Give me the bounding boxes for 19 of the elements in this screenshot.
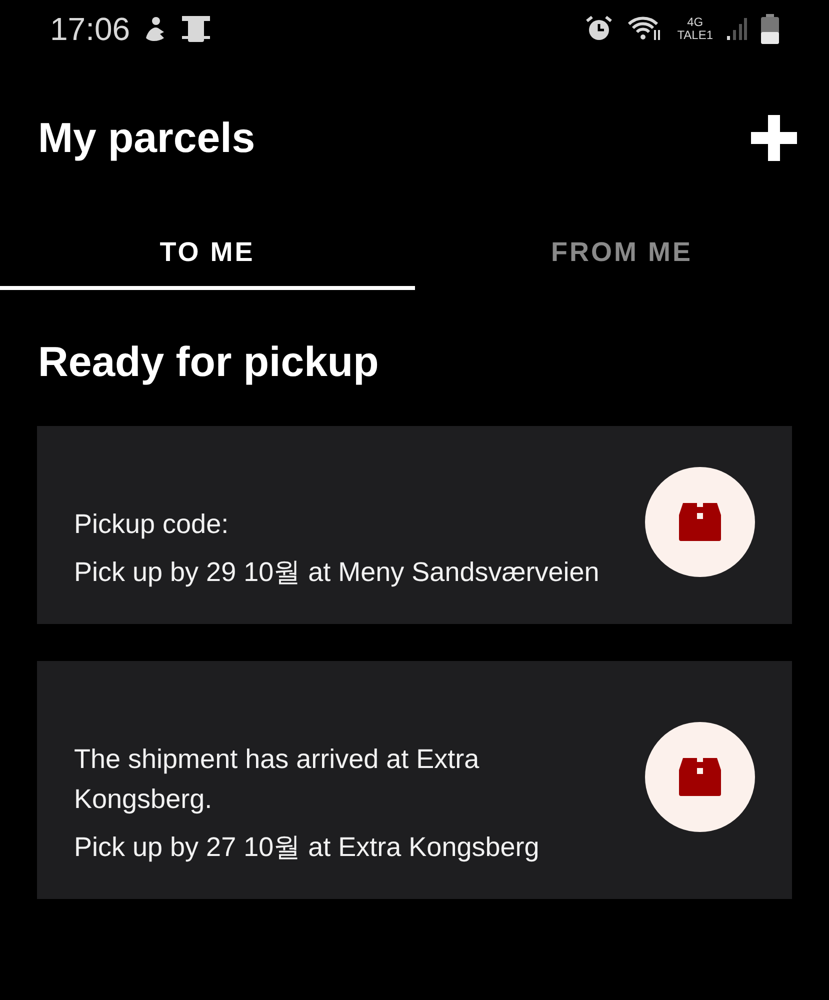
parcel-card[interactable]: Pickup code: Pick up by 29 10월 at Meny Sandsværveien	[37, 426, 792, 624]
tab[interactable]: TO ME	[0, 218, 414, 290]
box-icon	[679, 503, 721, 541]
pickup-info: Pick up by 29 10월 at Meny Sandsværveien	[74, 556, 600, 589]
section-title: Ready for pickup	[38, 338, 380, 386]
status-time: 17:06	[50, 10, 130, 48]
signal-icon	[727, 16, 747, 42]
pickup-info: Pick up by 27 10월 at Extra Kongsberg	[74, 831, 540, 864]
add-button[interactable]	[751, 115, 797, 161]
person-icon	[144, 16, 166, 42]
tab[interactable]: FROM ME	[414, 218, 829, 290]
parcel-status: Pickup code:	[74, 508, 230, 541]
page-title: My parcels	[38, 114, 256, 162]
parcel-card[interactable]: The shipment has arrived at Extra Kongsberg. Pick up by 27 10월 at Extra Kongsberg	[37, 661, 792, 899]
alarm-icon	[585, 15, 614, 43]
battery-icon	[761, 14, 779, 44]
network-label: 4G TALE1	[677, 16, 713, 42]
parcel-status: The shipment has arrived at Extra Kongsberg.	[74, 743, 480, 816]
box-icon	[679, 758, 721, 796]
